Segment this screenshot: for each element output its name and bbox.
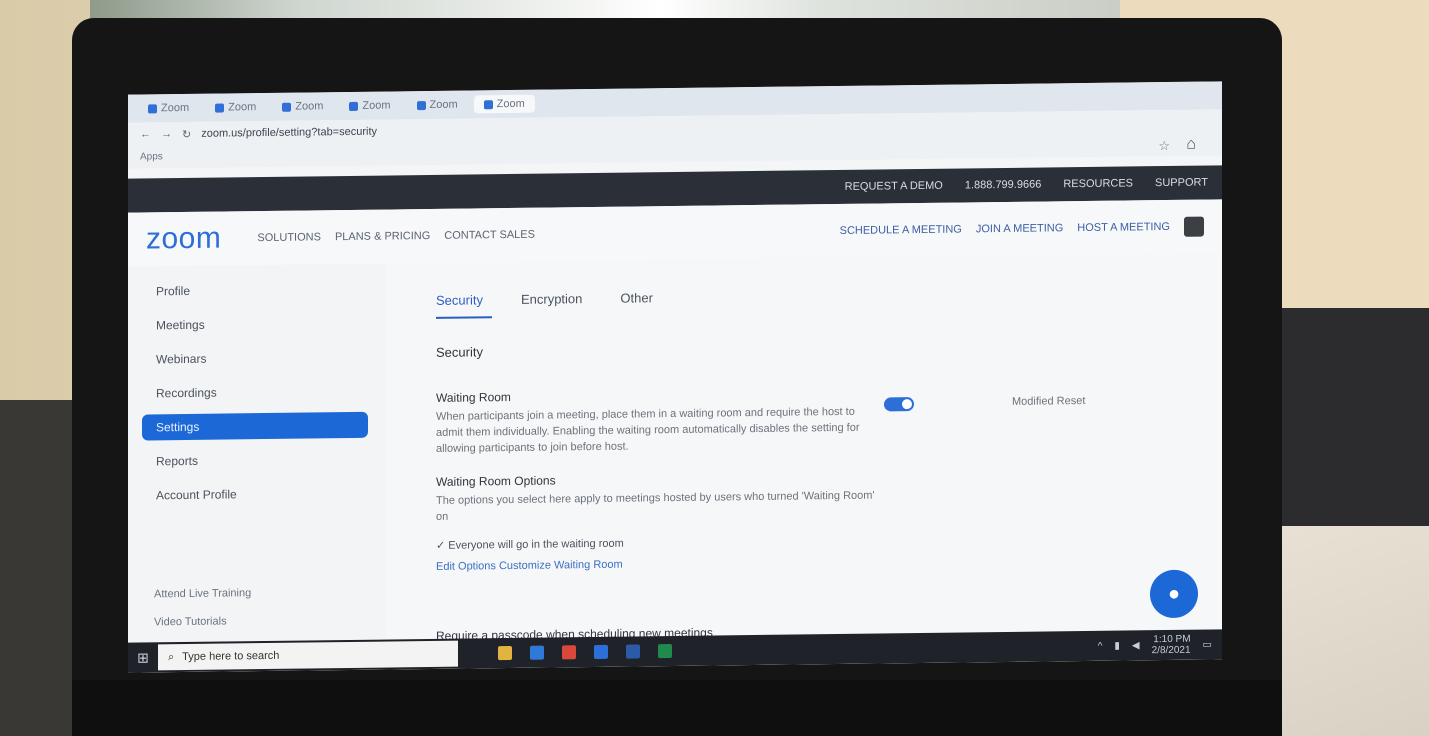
reload-icon[interactable]: ↻	[182, 127, 191, 140]
join-meeting-link[interactable]: JOIN A MEETING	[976, 222, 1063, 235]
back-icon[interactable]: ←	[140, 128, 151, 140]
network-icon[interactable]: ▮	[1114, 640, 1120, 651]
nav-link[interactable]: SOLUTIONS	[257, 231, 321, 244]
settings-sidebar: Profile Meetings Webinars Recordings Set…	[128, 263, 386, 673]
chat-icon: ●	[1167, 582, 1181, 605]
zoom-favicon-icon	[148, 103, 157, 113]
topbar-link[interactable]: RESOURCES	[1063, 177, 1133, 190]
everyone-waiting-room-option[interactable]: ✓ Everyone will go in the waiting room	[436, 537, 624, 552]
search-icon: ⌕	[168, 650, 175, 663]
browser-tab[interactable]: Zoom	[272, 97, 333, 116]
browser-tab[interactable]: Zoom	[339, 96, 400, 115]
url-text[interactable]: zoom.us/profile/setting?tab=security	[201, 126, 377, 140]
schedule-meeting-link[interactable]: SCHEDULE A MEETING	[840, 223, 962, 236]
topbar-link[interactable]: 1.888.799.9666	[965, 179, 1041, 192]
tab-other[interactable]: Other	[620, 290, 653, 305]
laptop-screen: Zoom Zoom Zoom Zoom Zoom Zoom ← → ↻ zoom…	[128, 81, 1222, 673]
browser-tab[interactable]: Zoom	[138, 99, 199, 118]
notification-icon[interactable]: ▭	[1203, 639, 1212, 650]
waiting-room-desc: When participants join a meeting, place …	[436, 405, 860, 455]
topbar-link[interactable]: REQUEST A DEMO	[845, 180, 943, 193]
background-desk	[1259, 526, 1429, 736]
zoom-logo[interactable]: zoom	[146, 222, 221, 257]
waiting-room-toggle[interactable]	[884, 397, 914, 412]
browser-tab[interactable]: Zoom	[205, 98, 266, 117]
nav-link[interactable]: CONTACT SALES	[444, 229, 535, 242]
sidebar-item-recordings[interactable]: Recordings	[142, 378, 368, 407]
taskbar-apps	[498, 644, 672, 661]
browser-tab-active[interactable]: Zoom	[473, 94, 535, 114]
system-tray: ^ ▮ ◀ 1:10 PM 2/8/2021 ▭	[1098, 633, 1222, 657]
avatar[interactable]	[1184, 216, 1204, 237]
topbar-link[interactable]: SUPPORT	[1155, 176, 1208, 189]
background-monitor	[1269, 308, 1429, 548]
tab-security[interactable]: Security	[436, 292, 483, 308]
zoom-favicon-icon	[349, 101, 359, 111]
sidebar-item-meetings[interactable]: Meetings	[142, 310, 368, 339]
laptop-lower-edge	[72, 680, 1282, 736]
edit-options-link[interactable]: Edit Options Customize Waiting Room	[436, 559, 623, 573]
volume-icon[interactable]: ◀	[1132, 640, 1140, 651]
check-icon: ✓	[436, 539, 449, 552]
zoom-favicon-icon	[282, 102, 292, 112]
home-icon[interactable]: ⌂	[1186, 136, 1196, 154]
windows-start-icon[interactable]: ⊞	[128, 649, 158, 666]
host-meeting-link[interactable]: HOST A MEETING	[1077, 221, 1170, 234]
zoom-favicon-icon	[416, 100, 426, 110]
word-icon[interactable]	[626, 644, 640, 659]
modified-reset-label[interactable]: Modified Reset	[1012, 395, 1085, 408]
nav-links: SOLUTIONS PLANS & PRICING CONTACT SALES	[257, 229, 535, 244]
excel-icon[interactable]	[658, 644, 672, 659]
chevron-up-icon[interactable]: ^	[1098, 640, 1103, 651]
attend-training-link[interactable]: Attend Live Training	[154, 587, 251, 600]
nav-link[interactable]: PLANS & PRICING	[335, 230, 430, 243]
chrome-icon[interactable]	[562, 645, 576, 660]
sidebar-item-profile[interactable]: Profile	[142, 276, 368, 305]
forward-icon[interactable]: →	[161, 128, 172, 140]
zoom-favicon-icon	[483, 99, 493, 109]
tab-encryption[interactable]: Encryption	[521, 291, 582, 307]
settings-main: Security Encryption Other Security Waiti…	[386, 253, 1222, 670]
settings-tabs: Security Encryption Other	[436, 290, 653, 308]
file-explorer-icon[interactable]	[498, 645, 512, 661]
video-tutorials-link[interactable]: Video Tutorials	[154, 615, 227, 628]
taskbar-search[interactable]: ⌕ Type here to search	[158, 640, 458, 671]
sidebar-item-webinars[interactable]: Webinars	[142, 344, 368, 373]
zoom-app-icon[interactable]	[594, 644, 608, 659]
clock-time: 1:10 PM	[1153, 633, 1191, 646]
clock[interactable]: 1:10 PM 2/8/2021	[1152, 634, 1191, 656]
apps-bookmark[interactable]: Apps	[140, 151, 163, 162]
edge-icon[interactable]	[530, 645, 544, 660]
clock-date: 2/8/2021	[1151, 644, 1191, 657]
waiting-room-options-title: Waiting Room Options	[436, 473, 556, 489]
check-label: Everyone will go in the waiting room	[448, 537, 624, 552]
browser-tab[interactable]: Zoom	[407, 96, 468, 115]
sidebar-item-reports[interactable]: Reports	[142, 446, 368, 475]
nav-right: SCHEDULE A MEETING JOIN A MEETING HOST A…	[840, 216, 1204, 241]
waiting-room-options-desc: The options you select here apply to mee…	[436, 489, 875, 523]
waiting-room-title: Waiting Room	[436, 390, 511, 405]
sidebar-item-account-profile[interactable]: Account Profile	[142, 480, 368, 509]
active-tab-underline	[436, 316, 492, 319]
star-icon[interactable]: ☆	[1158, 138, 1170, 154]
sidebar-item-settings[interactable]: Settings	[142, 411, 368, 441]
search-placeholder: Type here to search	[182, 649, 280, 664]
section-title: Security	[436, 344, 483, 360]
zoom-favicon-icon	[215, 103, 225, 113]
background-left-desk	[0, 400, 80, 736]
